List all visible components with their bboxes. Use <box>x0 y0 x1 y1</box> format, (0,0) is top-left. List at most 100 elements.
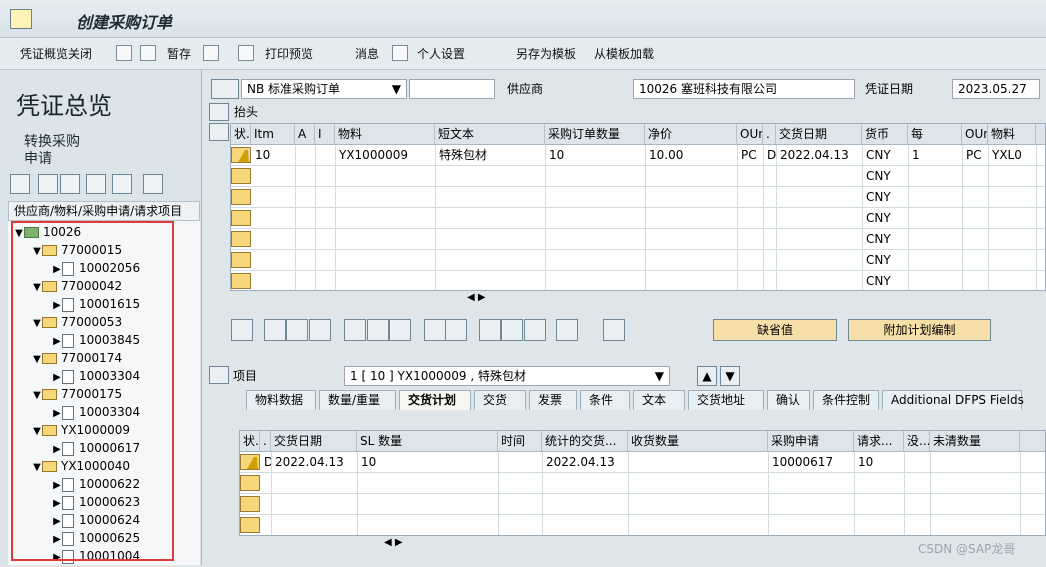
table-cell[interactable] <box>543 494 629 514</box>
row-status-cell[interactable] <box>231 252 251 268</box>
grid2-scroll-arrows[interactable]: ◀ ▶ <box>384 537 434 551</box>
tab-9[interactable]: 确认 <box>767 390 810 410</box>
table-cell[interactable] <box>436 187 546 207</box>
table-cell[interactable] <box>989 250 1037 270</box>
sort-desc-icon[interactable] <box>479 319 501 341</box>
shopping-cart-icon[interactable] <box>211 79 239 99</box>
row-status-cell[interactable] <box>231 168 251 184</box>
table-cell[interactable] <box>252 187 296 207</box>
table-cell[interactable] <box>738 166 764 186</box>
column-header[interactable]: 统计的交货... <box>542 431 628 451</box>
table-cell[interactable] <box>499 494 543 514</box>
table-cell[interactable]: CNY <box>863 145 909 165</box>
table-cell[interactable]: 2022.04.13 <box>272 452 358 472</box>
additional-planning-button[interactable]: 附加计划编制 <box>848 319 991 341</box>
table-cell[interactable]: CNY <box>863 250 909 270</box>
table-cell[interactable] <box>769 494 855 514</box>
document-number-field[interactable] <box>409 79 495 99</box>
copy-icon[interactable] <box>38 174 58 194</box>
table-cell[interactable] <box>546 271 646 290</box>
table-cell[interactable] <box>272 494 358 514</box>
table-cell[interactable]: 2022.04.13 <box>543 452 629 472</box>
document-type-select[interactable]: NB 标准采购订单 ▼ <box>241 79 407 99</box>
table-cell[interactable] <box>989 229 1037 249</box>
column-header[interactable]: 物料 <box>988 124 1036 144</box>
lock-icon[interactable] <box>344 319 366 341</box>
row-status-cell[interactable] <box>231 147 251 163</box>
table-cell[interactable]: 10.00 <box>646 145 738 165</box>
table-cell[interactable] <box>989 166 1037 186</box>
table-cell[interactable] <box>336 229 436 249</box>
table-cell[interactable] <box>769 515 855 535</box>
column-header[interactable]: 物料 <box>335 124 435 144</box>
table-cell[interactable] <box>905 494 931 514</box>
table-cell[interactable]: 10 <box>546 145 646 165</box>
table-cell[interactable] <box>905 515 931 535</box>
table-cell[interactable] <box>296 250 316 270</box>
table-cell[interactable] <box>629 515 769 535</box>
table-cell[interactable] <box>777 187 863 207</box>
table-cell[interactable] <box>252 229 296 249</box>
select-all-icon[interactable] <box>389 319 411 341</box>
table-cell[interactable] <box>336 208 436 228</box>
personal-settings-button[interactable]: 个人设置 <box>417 44 465 64</box>
table-row[interactable]: CNY <box>231 271 1045 290</box>
new-document-icon[interactable] <box>116 45 132 61</box>
table-cell[interactable] <box>316 271 336 290</box>
unlock-icon[interactable] <box>367 319 389 341</box>
column-header[interactable]: . <box>763 124 776 144</box>
document-date-field[interactable]: 2023.05.27 <box>952 79 1040 99</box>
table-cell[interactable] <box>764 166 777 186</box>
table-cell[interactable] <box>296 229 316 249</box>
table-cell[interactable]: 10 <box>358 452 499 472</box>
column-header[interactable]: 采购订单数量 <box>545 124 645 144</box>
table-cell[interactable] <box>646 229 738 249</box>
table-cell[interactable] <box>963 187 989 207</box>
column-header[interactable]: 短文本 <box>435 124 545 144</box>
table-cell[interactable] <box>931 494 1021 514</box>
row-status-cell[interactable] <box>231 210 251 226</box>
table-cell[interactable]: PC <box>738 145 764 165</box>
column-header[interactable]: 未清数量 <box>930 431 1020 451</box>
column-header[interactable]: SL 数量 <box>357 431 498 451</box>
vendor-field[interactable]: 10026 塞班科技有限公司 <box>633 79 855 99</box>
tab-11[interactable]: Additional DFPS Fields <box>882 390 1024 410</box>
row-status-cell[interactable] <box>231 189 251 205</box>
table-cell[interactable] <box>738 271 764 290</box>
info-icon[interactable] <box>392 45 408 61</box>
toolbar-doc-overview-close[interactable]: 凭证概览关闭 <box>20 44 92 64</box>
table-cell[interactable] <box>777 229 863 249</box>
table-cell[interactable] <box>316 229 336 249</box>
table-row[interactable]: CNY <box>231 229 1045 250</box>
tab-5[interactable]: 发票 <box>529 390 577 410</box>
table-cell[interactable]: CNY <box>863 271 909 290</box>
column-header[interactable]: 交货日期 <box>271 431 357 451</box>
table-cell[interactable]: CNY <box>863 208 909 228</box>
table-cell[interactable] <box>316 145 336 165</box>
table-cell[interactable] <box>738 229 764 249</box>
table-cell[interactable] <box>436 250 546 270</box>
table-cell[interactable] <box>296 145 316 165</box>
table-cell[interactable] <box>336 187 436 207</box>
table-cell[interactable] <box>963 250 989 270</box>
column-header[interactable]: I <box>315 124 335 144</box>
table-cell[interactable] <box>738 208 764 228</box>
table-cell[interactable]: 2022.04.13 <box>777 145 863 165</box>
table-cell[interactable] <box>336 271 436 290</box>
column-header[interactable]: 收货数量 <box>628 431 768 451</box>
table-cell[interactable] <box>546 208 646 228</box>
save-as-template-button[interactable]: 另存为模板 <box>516 44 576 64</box>
table-cell[interactable] <box>261 515 272 535</box>
table-cell[interactable] <box>738 187 764 207</box>
items-expand-icon[interactable] <box>209 123 229 141</box>
table-cell[interactable] <box>272 515 358 535</box>
table-cell[interactable] <box>316 250 336 270</box>
table-cell[interactable] <box>769 473 855 493</box>
item-detail-icon[interactable] <box>209 366 229 384</box>
table-cell[interactable] <box>646 250 738 270</box>
table-cell[interactable]: 10 <box>252 145 296 165</box>
table-cell[interactable] <box>989 187 1037 207</box>
table-cell[interactable] <box>909 271 963 290</box>
table-row[interactable] <box>240 515 1045 535</box>
table-cell[interactable] <box>499 515 543 535</box>
